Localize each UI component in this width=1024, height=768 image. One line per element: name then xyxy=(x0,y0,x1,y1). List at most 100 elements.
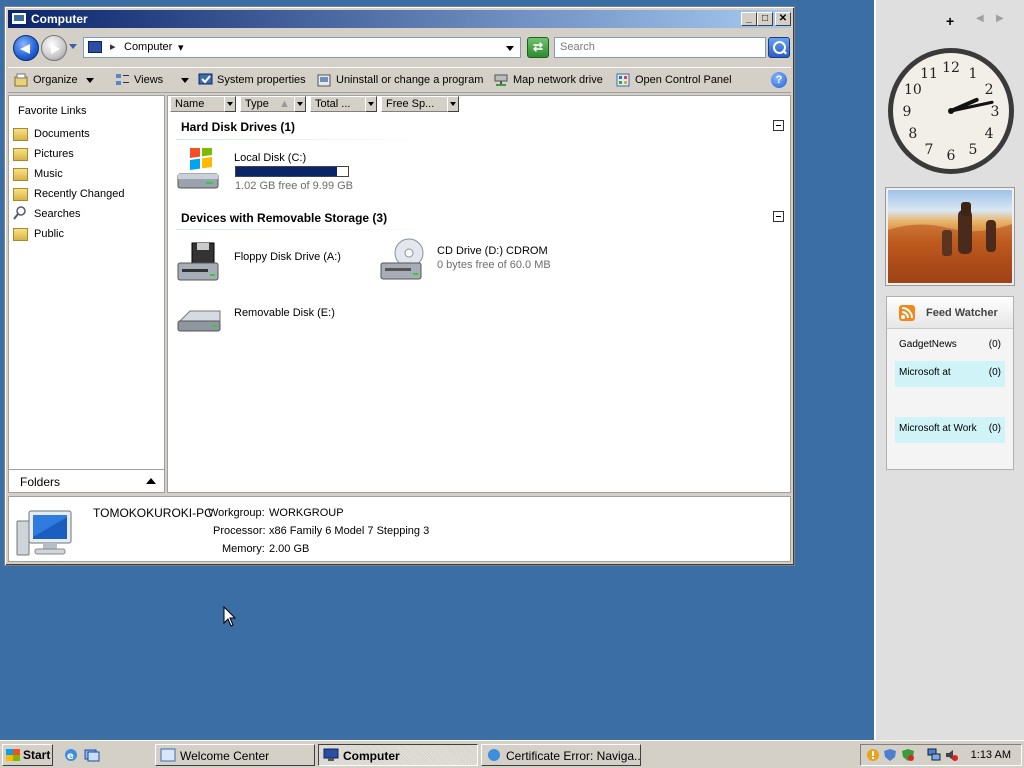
feed-watcher-gadget[interactable]: Feed Watcher GadgetNews (0) Microsoft at (0… xyxy=(886,296,1014,470)
start-button[interactable]: Start xyxy=(2,744,53,766)
system-properties-button[interactable]: System properties xyxy=(198,73,306,87)
slideshow-gadget[interactable] xyxy=(886,188,1014,285)
command-toolbar: Organize Views System properties Uninsta… xyxy=(8,67,791,93)
next-page-button[interactable]: ▶ xyxy=(996,13,1004,24)
nav-item-recently-changed[interactable]: Recently Changed xyxy=(13,185,125,203)
landscape-photo-icon xyxy=(888,202,1012,283)
drive-cd-d[interactable]: CD Drive (D:) CDROM 0 bytes free of 60.0… xyxy=(379,237,569,283)
drive-floppy-a[interactable]: Floppy Disk Drive (A:) xyxy=(176,241,366,285)
column-dropdown-icon[interactable] xyxy=(294,96,306,112)
nav-item-documents[interactable]: Documents xyxy=(13,125,90,143)
clock-time[interactable]: 1:13 AM xyxy=(971,749,1011,761)
chevron-up-icon xyxy=(146,478,156,484)
title-bar[interactable]: Computer _ □ ✕ xyxy=(8,10,791,28)
feed-item-name: Microsoft at Work xyxy=(899,423,977,434)
nav-item-pictures[interactable]: Pictures xyxy=(13,145,74,163)
forward-button[interactable] xyxy=(41,35,67,61)
warning-icon[interactable] xyxy=(866,748,880,762)
minimize-button[interactable]: _ xyxy=(741,12,757,26)
feed-item[interactable]: Microsoft at Work (0) xyxy=(895,417,1005,443)
network-icon[interactable] xyxy=(927,748,941,762)
programs-icon xyxy=(317,73,332,87)
open-control-panel-label: Open Control Panel xyxy=(635,74,732,86)
volume-muted-icon[interactable] xyxy=(945,748,959,762)
drive-name: Removable Disk (E:) xyxy=(234,307,335,319)
column-header-free-space[interactable]: Free Sp... xyxy=(381,96,459,112)
drive-removable-e[interactable]: Removable Disk (E:) xyxy=(176,299,366,335)
processor-value: x86 Family 6 Model 7 Stepping 3 xyxy=(269,525,430,537)
internet-explorer-icon[interactable]: e xyxy=(63,747,79,763)
windows-logo-icon xyxy=(6,749,20,761)
favorite-links-header: Favorite Links xyxy=(18,105,87,117)
column-label: Name xyxy=(175,98,205,110)
computer-icon xyxy=(323,748,339,762)
task-label: Computer xyxy=(343,749,400,763)
chevron-down-icon xyxy=(181,77,190,83)
task-certificate-error[interactable]: Certificate Error: Naviga... xyxy=(481,744,641,766)
column-dropdown-icon[interactable] xyxy=(365,96,377,112)
computer-icon xyxy=(15,507,77,562)
open-control-panel-button[interactable]: Open Control Panel xyxy=(616,73,732,87)
drive-local-disk-c[interactable]: Local Disk (C:) 1.02 GB free of 9.99 GB xyxy=(176,144,376,192)
column-dropdown-icon[interactable] xyxy=(224,96,236,112)
address-bar[interactable]: ▸ Computer ▾ xyxy=(83,37,521,58)
breadcrumb-computer[interactable]: Computer xyxy=(124,41,172,53)
collapse-group-icon[interactable] xyxy=(773,120,784,131)
add-gadget-button[interactable]: + xyxy=(946,13,954,29)
views-button[interactable]: Views xyxy=(115,73,190,87)
map-network-drive-button[interactable]: Map network drive xyxy=(494,73,603,87)
previous-page-button[interactable]: ◀ xyxy=(976,13,984,24)
clock-numeral: 1 xyxy=(969,66,978,82)
address-dropdown-icon[interactable] xyxy=(506,46,514,51)
organize-button[interactable]: Organize xyxy=(14,73,94,87)
search-icon xyxy=(13,205,28,223)
maximize-button[interactable]: □ xyxy=(757,12,773,26)
feed-title: Feed Watcher xyxy=(926,307,998,319)
group-header-removable-storage[interactable]: Devices with Removable Storage (3) xyxy=(181,211,387,225)
nav-item-music[interactable]: Music xyxy=(13,165,63,183)
back-button[interactable] xyxy=(13,35,39,61)
collapse-group-icon[interactable] xyxy=(773,211,784,222)
security-center-icon[interactable] xyxy=(901,748,915,762)
column-header-total-size[interactable]: Total ... xyxy=(310,96,377,112)
recent-pages-dropdown-icon[interactable] xyxy=(69,44,77,49)
task-welcome-center[interactable]: Welcome Center xyxy=(155,744,315,766)
group-header-hard-disk-drives[interactable]: Hard Disk Drives (1) xyxy=(181,120,295,134)
search-input[interactable]: Search xyxy=(554,37,766,58)
breadcrumb-chevron-icon[interactable]: ▾ xyxy=(178,41,184,54)
workgroup-label: Workgroup: xyxy=(208,507,265,519)
feed-item[interactable]: Microsoft at (0) xyxy=(895,361,1005,387)
column-header-type[interactable]: Type ▲ xyxy=(240,96,306,112)
drive-name: CD Drive (D:) CDROM xyxy=(437,245,548,257)
refresh-button[interactable]: ⇄ xyxy=(527,37,549,58)
breadcrumb-separator-icon[interactable]: ▸ xyxy=(110,40,116,53)
address-row: ▸ Computer ▾ ⇄ Search xyxy=(8,31,791,65)
welcome-center-icon xyxy=(160,748,176,762)
disk-usage-bar xyxy=(235,166,349,177)
switch-windows-icon[interactable] xyxy=(84,747,100,763)
folder-icon xyxy=(13,147,28,161)
uninstall-program-button[interactable]: Uninstall or change a program xyxy=(317,73,483,87)
help-button[interactable]: ? xyxy=(771,72,787,88)
folders-toggle[interactable]: Folders xyxy=(8,469,165,493)
feed-item[interactable]: GadgetNews (0) xyxy=(895,333,1005,359)
clock-gadget[interactable]: 12 1 2 3 4 5 6 7 8 9 10 11 xyxy=(886,46,1016,179)
task-computer[interactable]: Computer xyxy=(318,744,478,766)
column-header-name[interactable]: Name xyxy=(170,96,236,112)
windows-defender-icon[interactable] xyxy=(883,748,897,762)
processor-label: Processor: xyxy=(213,525,266,537)
disk-usage-fill xyxy=(236,167,337,176)
nav-item-searches[interactable]: Searches xyxy=(13,205,80,223)
feed-item xyxy=(895,389,1005,415)
search-button[interactable] xyxy=(768,37,790,58)
file-list-pane: Name Type ▲ Total ... Free Sp... Hard Di… xyxy=(167,95,791,493)
svg-text:e: e xyxy=(67,751,74,762)
mouse-cursor-icon xyxy=(223,605,237,631)
nav-item-public[interactable]: Public xyxy=(13,225,64,243)
column-label: Free Sp... xyxy=(386,98,435,110)
close-button[interactable]: ✕ xyxy=(775,12,791,26)
memory-value: 2.00 GB xyxy=(269,543,310,555)
feed-item-count: (0) xyxy=(988,423,1001,434)
column-dropdown-icon[interactable] xyxy=(447,96,459,112)
nav-item-label: Recently Changed xyxy=(34,188,125,200)
